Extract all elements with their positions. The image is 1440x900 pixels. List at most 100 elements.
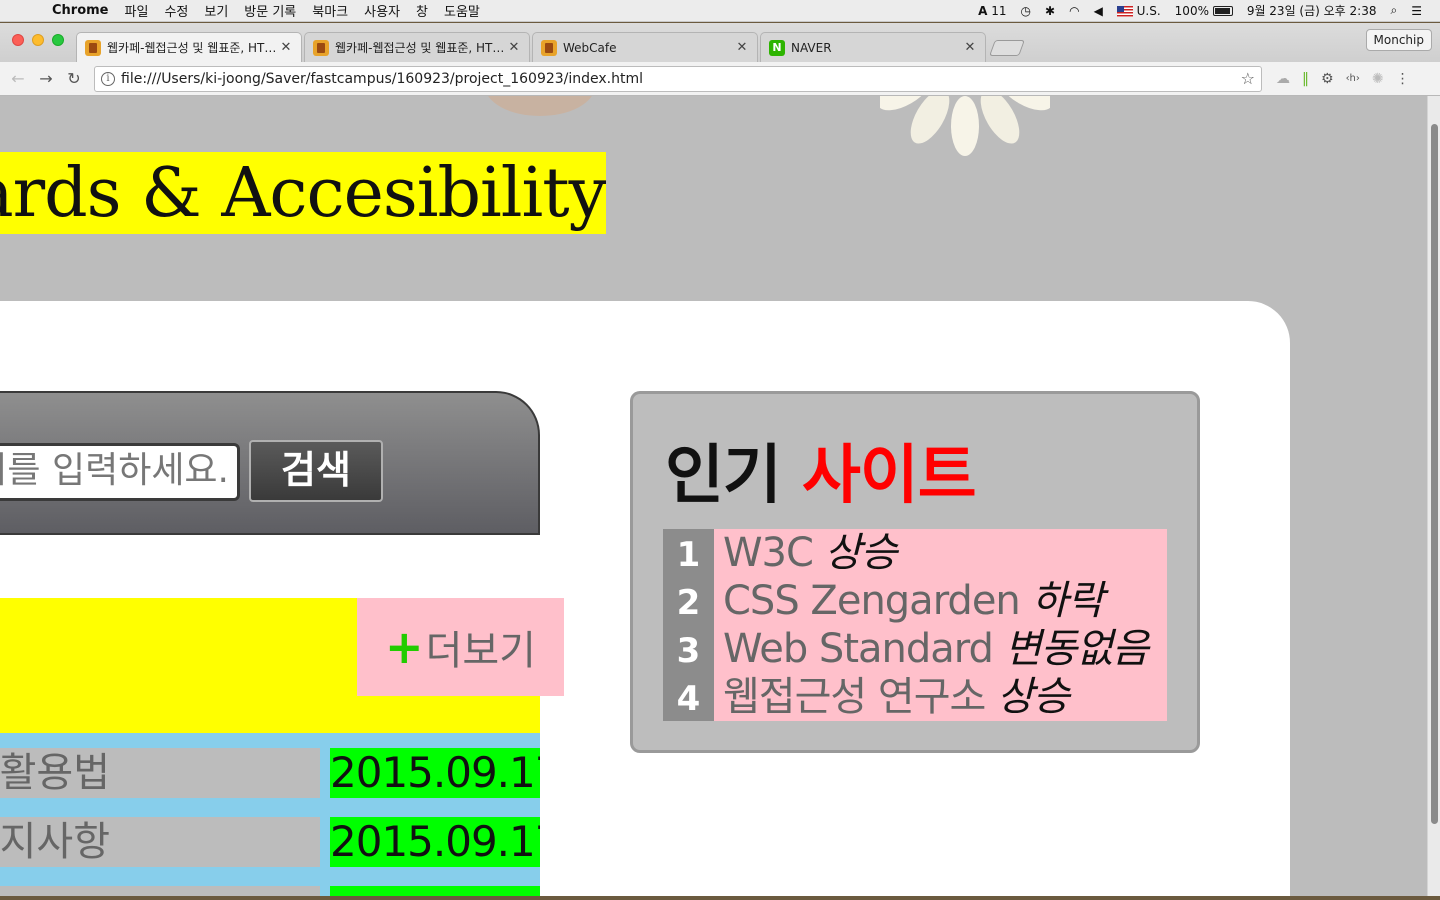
tab-webcafe-2[interactable]: 웹카페-웹접근성 및 웹표준, HTML5 ✕	[304, 32, 530, 62]
notice-date: 2015.09.17	[330, 748, 540, 798]
trend-label: 변동없음	[1004, 626, 1149, 672]
volume-icon[interactable]: ◀	[1094, 4, 1103, 18]
menu-people[interactable]: 사용자	[364, 1, 400, 20]
input-source-label: U.S.	[1136, 3, 1161, 18]
more-link[interactable]: + 더보기	[357, 598, 564, 696]
site-name: 웹접근성 연구소	[723, 674, 986, 720]
search-panel: 검색어를 입력하세요. 검색	[0, 391, 540, 535]
notice-subject-text: 공지사항	[0, 819, 110, 865]
background-flower-image	[488, 96, 592, 116]
list-item[interactable]	[0, 886, 540, 896]
list-item[interactable]: 4 웹접근성 연구소 상승	[663, 673, 1167, 721]
tab-title: WebCafe	[563, 40, 617, 55]
battery-status[interactable]: 100%	[1175, 4, 1233, 18]
clock[interactable]: 9월 23일 (금) 오후 2:38	[1247, 2, 1377, 19]
url-text[interactable]: file:///Users/ki-joong/Saver/fastcampus/…	[121, 71, 1241, 87]
notification-center-icon[interactable]: ☰	[1411, 4, 1422, 18]
site-link[interactable]: W3C 상승	[723, 529, 897, 577]
site-link[interactable]: CSS Zengarden 하락	[723, 577, 1104, 625]
chrome-menu-icon[interactable]: ⋮	[1396, 71, 1410, 87]
status-area: A 11 ◷ ✱ ◠ ◀ U.S. 100% 9월 23일 (금) 오후 2:3…	[978, 2, 1440, 19]
webcafe-icon	[313, 39, 329, 56]
site-name: W3C	[723, 530, 814, 576]
ladder-extension-icon[interactable]: ‖	[1302, 71, 1309, 87]
notice-date: 2015.09.17	[330, 817, 540, 867]
rank-number: 2	[676, 583, 701, 623]
list-item[interactable]: 1 W3C 상승	[663, 529, 1167, 577]
reload-icon[interactable]: ↻	[60, 69, 88, 88]
vertical-scrollbar[interactable]	[1427, 96, 1440, 896]
notice-subject[interactable]: 공지사항	[0, 817, 320, 867]
adobe-count: 11	[991, 3, 1007, 18]
battery-icon	[1212, 6, 1233, 16]
profile-button[interactable]: Monchip	[1365, 29, 1432, 51]
notice-subject-text: 활용법	[0, 750, 110, 796]
notice-subject[interactable]: 활용법	[0, 748, 320, 798]
battery-percent: 100%	[1174, 3, 1209, 18]
puzzle-extension-icon[interactable]: ✺	[1372, 71, 1384, 87]
webcafe-icon	[541, 39, 557, 56]
maximize-window-button[interactable]	[52, 34, 64, 46]
site-name: CSS Zengarden	[723, 578, 1021, 624]
menu-app-name[interactable]: Chrome	[52, 3, 109, 18]
scrollbar-thumb[interactable]	[1431, 124, 1438, 824]
notice-list: 활용법 2015.09.17 공지사항 2015.09.17	[0, 733, 540, 896]
popular-title-highlight: 사이트	[802, 439, 977, 513]
bluetooth-icon[interactable]: ✱	[1045, 4, 1055, 18]
menu-window[interactable]: 창	[416, 1, 428, 20]
more-label: 더보기	[425, 628, 536, 674]
tab-webcafe-1[interactable]: 웹카페-웹접근성 및 웹표준, HTML5 ✕	[76, 32, 302, 62]
close-icon[interactable]: ✕	[507, 40, 521, 55]
us-flag-icon	[1116, 5, 1133, 17]
gear-icon[interactable]: ⚙	[1321, 71, 1334, 87]
close-icon[interactable]: ✕	[735, 40, 749, 55]
close-window-button[interactable]	[12, 34, 24, 46]
rank-list: 1 W3C 상승 2 CSS Zengarden 하락 3 Web Standa…	[663, 529, 1167, 721]
adobe-icon[interactable]: A 11	[978, 4, 1006, 18]
site-name: Web Standard	[723, 626, 994, 672]
info-icon[interactable]: i	[101, 71, 115, 86]
list-item[interactable]: 공지사항 2015.09.17	[0, 817, 540, 867]
popular-title: 인기 사이트	[665, 424, 977, 516]
site-title-text: Web Standards & Accesibility	[0, 154, 606, 233]
site-link[interactable]: Web Standard 변동없음	[723, 625, 1149, 673]
notice-subject[interactable]	[0, 886, 320, 896]
webcafe-icon	[85, 39, 101, 56]
new-tab-button[interactable]	[989, 40, 1025, 56]
browser-toolbar: ← → ↻ i file:///Users/ki-joong/Saver/fas…	[0, 62, 1440, 96]
forward-arrow-icon[interactable]: →	[32, 69, 60, 88]
time-machine-icon[interactable]: ◷	[1021, 4, 1031, 18]
menu-help[interactable]: 도움말	[444, 1, 480, 20]
list-item[interactable]: 3 Web Standard 변동없음	[663, 625, 1167, 673]
rank-number: 3	[676, 631, 701, 671]
window-controls	[12, 34, 64, 46]
input-source[interactable]: U.S.	[1116, 3, 1161, 18]
wifi-icon[interactable]: ◠	[1069, 4, 1079, 18]
minimize-window-button[interactable]	[32, 34, 44, 46]
back-arrow-icon[interactable]: ←	[4, 69, 32, 88]
search-input[interactable]: 검색어를 입력하세요.	[0, 443, 240, 501]
list-item[interactable]: 활용법 2015.09.17	[0, 748, 540, 798]
menu-history[interactable]: 방문 기록	[244, 1, 296, 20]
close-icon[interactable]: ✕	[963, 40, 977, 55]
cloud-extension-icon[interactable]: ☁	[1276, 71, 1290, 87]
menu-edit[interactable]: 수정	[164, 1, 188, 20]
address-bar[interactable]: i file:///Users/ki-joong/Saver/fastcampu…	[94, 65, 1262, 92]
tab-webcafe-3[interactable]: WebCafe ✕	[532, 32, 758, 62]
menu-view[interactable]: 보기	[204, 1, 228, 20]
popular-sites-panel: 인기 사이트 1 W3C 상승 2 CSS Zengarden 하락 3 Web…	[630, 391, 1200, 753]
spotlight-icon[interactable]: ⌕	[1391, 3, 1398, 18]
notice-date	[330, 886, 540, 896]
close-icon[interactable]: ✕	[279, 40, 293, 55]
search-button[interactable]: 검색	[249, 440, 383, 502]
popular-title-part1: 인기	[665, 439, 782, 513]
menu-file[interactable]: 파일	[125, 1, 149, 20]
html-extension-icon[interactable]: ‹h›	[1346, 73, 1360, 84]
list-item[interactable]: 2 CSS Zengarden 하락	[663, 577, 1167, 625]
bookmark-star-icon[interactable]: ☆	[1241, 69, 1255, 88]
tab-naver[interactable]: N NAVER ✕	[760, 32, 986, 62]
site-link[interactable]: 웹접근성 연구소 상승	[723, 673, 1070, 721]
plus-icon: +	[385, 620, 424, 674]
menu-bookmarks[interactable]: 북마크	[312, 1, 348, 20]
rank-number: 4	[676, 679, 701, 719]
